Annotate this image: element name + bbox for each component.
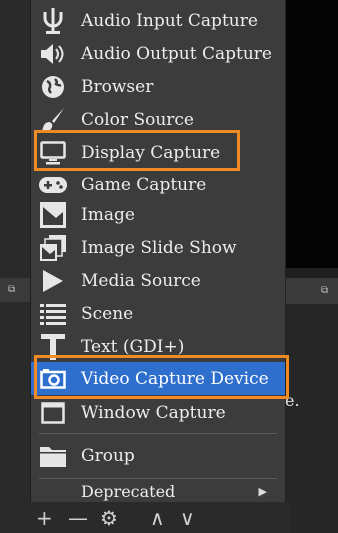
dock-header-left: ⧉ [0,278,30,302]
image-icon [37,199,69,231]
remove-source-button[interactable]: — [68,506,88,530]
display-capture-callout [34,130,240,171]
menu-item-image[interactable]: Image [31,198,285,231]
window-icon [37,397,69,429]
chevron-right-icon: ▶ [258,485,267,498]
menu-separator [39,433,277,434]
dock-header-right: ⧉ [285,278,338,304]
menu-item-game-capture[interactable]: Game Capture [31,168,285,201]
menu-separator [39,478,277,479]
folder-icon [37,440,69,472]
add-source-button[interactable]: + [36,506,53,530]
microphone-icon [37,5,69,37]
preview-area [285,0,338,268]
menu-item-audio-output-capture[interactable]: Audio Output Capture [31,37,285,70]
speaker-icon [37,38,69,70]
globe-icon [37,71,69,103]
left-panel-background [0,0,30,533]
menu-item-audio-input-capture[interactable]: Audio Input Capture [31,4,285,37]
sources-toolbar: + — ⚙ ∧ ∨ [30,502,290,533]
menu-item-deprecated[interactable]: Deprecated ▶ [31,481,285,502]
menu-item-window-capture[interactable]: Window Capture [31,396,285,429]
video-capture-device-callout [34,355,289,399]
gamepad-icon [37,169,69,201]
menu-item-image-slide-show[interactable]: Image Slide Show [31,231,285,264]
dock-float-icon[interactable]: ⧉ [8,285,18,295]
menu-item-scene[interactable]: Scene [31,297,285,330]
menu-item-group[interactable]: Group [31,439,285,472]
dock-float-icon[interactable]: ⧉ [321,286,331,296]
play-icon [37,265,69,297]
move-up-button[interactable]: ∧ [150,506,165,530]
dock-body-right: e. [285,304,338,533]
move-down-button[interactable]: ∨ [180,506,195,530]
source-properties-button[interactable]: ⚙ [100,506,118,530]
menu-item-media-source[interactable]: Media Source [31,264,285,297]
add-source-menu: Audio Input Capture Audio Output Capture… [31,0,286,502]
slideshow-icon [37,232,69,264]
menu-item-browser[interactable]: Browser [31,70,285,103]
list-icon [37,298,69,330]
